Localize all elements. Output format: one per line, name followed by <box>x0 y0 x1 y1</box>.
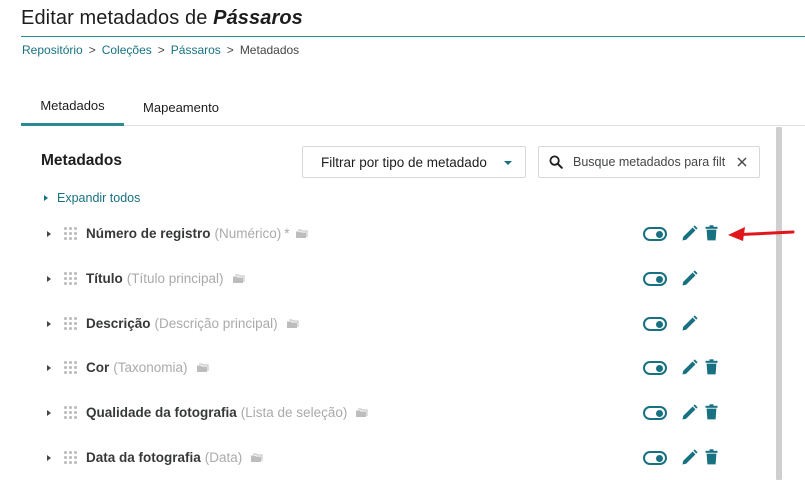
metadata-label: Qualidade da fotografia (Lista de seleção… <box>86 405 368 420</box>
metadata-name: Número de registro <box>86 226 211 241</box>
metadata-type: (Título principal) <box>126 271 224 286</box>
breadcrumb: Repositório > Coleções > Pássaros > Meta… <box>22 43 299 57</box>
enable-toggle[interactable] <box>643 317 667 331</box>
title-divider <box>21 36 805 37</box>
expand-row-icon[interactable] <box>47 410 51 416</box>
breadcrumb-current: Metadados <box>239 43 300 57</box>
enable-toggle[interactable] <box>643 272 667 286</box>
filter-by-type-dropdown[interactable]: Filtrar por tipo de metadado <box>302 146 526 178</box>
expand-row-icon[interactable] <box>47 321 51 327</box>
expand-row-icon[interactable] <box>47 231 51 237</box>
breadcrumb-link-colecoes[interactable]: Coleções <box>102 43 152 57</box>
expand-all-button[interactable]: Expandir todos <box>44 191 140 205</box>
drag-handle-icon[interactable] <box>64 317 77 331</box>
breadcrumb-link-repositorio[interactable]: Repositório <box>22 43 83 57</box>
metadata-name: Título <box>86 271 123 286</box>
metadata-row: Qualidade da fotografia (Lista de seleção… <box>40 399 730 427</box>
metadata-row: Número de registro (Numérico) * <box>40 220 730 248</box>
metadata-type: (Descrição principal) <box>154 316 278 331</box>
toggle-knob <box>656 230 663 238</box>
section-title: Metadados <box>41 152 122 169</box>
scrollbar[interactable] <box>776 127 782 480</box>
toggle-knob <box>656 364 663 372</box>
metadata-label: Cor (Taxonomia) <box>86 360 209 375</box>
caret-right-icon <box>44 195 48 201</box>
enable-toggle[interactable] <box>643 227 667 241</box>
toggle-knob <box>656 275 663 283</box>
chevron-down-icon <box>504 161 512 165</box>
collection-folder-icon <box>251 453 263 462</box>
search-icon <box>549 155 563 169</box>
breadcrumb-separator: > <box>157 43 165 57</box>
metadata-row: Cor (Taxonomia) <box>40 354 730 382</box>
metadata-type: (Lista de seleção) <box>240 405 348 420</box>
trash-icon[interactable] <box>705 359 718 375</box>
metadata-name: Cor <box>86 360 110 375</box>
metadata-type: (Data) <box>204 450 243 465</box>
collection-folder-icon <box>286 319 299 328</box>
filter-label: Filtrar por tipo de metadado <box>321 154 487 170</box>
enable-toggle[interactable] <box>643 361 667 375</box>
toggle-knob <box>656 454 663 462</box>
enable-toggle[interactable] <box>643 451 667 465</box>
breadcrumb-link-passaros[interactable]: Pássaros <box>171 43 221 57</box>
expand-all-label: Expandir todos <box>57 191 141 205</box>
expand-row-icon[interactable] <box>47 276 51 282</box>
page-title-prefix: Editar metadados de <box>21 7 214 29</box>
pencil-icon[interactable] <box>681 449 698 466</box>
metadata-name: Data da fotografia <box>86 450 201 465</box>
metadata-name: Descrição <box>86 316 151 331</box>
drag-handle-icon[interactable] <box>64 361 77 375</box>
metadata-label: Título (Título principal) <box>86 271 245 286</box>
metadata-row: Descrição (Descrição principal) <box>40 310 730 338</box>
tab-metadados[interactable]: Metadados <box>21 88 124 126</box>
tab-bar: Metadados Mapeamento <box>21 88 805 126</box>
close-icon[interactable] <box>737 157 747 167</box>
pencil-icon[interactable] <box>681 359 698 376</box>
required-marker: * <box>284 226 290 241</box>
pencil-icon[interactable] <box>681 270 698 287</box>
drag-handle-icon[interactable] <box>64 406 77 420</box>
pencil-icon[interactable] <box>681 315 698 332</box>
toggle-knob <box>656 409 663 417</box>
metadata-label: Número de registro (Numérico) * <box>86 226 308 241</box>
trash-icon[interactable] <box>705 404 718 420</box>
annotation-arrow-icon <box>728 227 795 241</box>
metadata-label: Data da fotografia (Data) <box>86 450 263 465</box>
metadata-type: (Numérico) <box>214 226 282 241</box>
drag-handle-icon[interactable] <box>64 451 77 465</box>
metadata-row: Data da fotografia (Data) <box>40 444 730 472</box>
page-title: Editar metadados de Pássaros <box>21 7 303 30</box>
enable-toggle[interactable] <box>643 406 667 420</box>
collection-folder-icon <box>232 274 245 283</box>
metadata-type: (Taxonomia) <box>113 360 188 375</box>
collection-folder-icon <box>356 408 368 417</box>
toggle-knob <box>656 320 663 328</box>
expand-row-icon[interactable] <box>47 455 51 461</box>
breadcrumb-separator: > <box>88 43 96 57</box>
breadcrumb-separator: > <box>226 43 234 57</box>
trash-icon[interactable] <box>705 225 718 241</box>
expand-row-icon[interactable] <box>47 365 51 371</box>
page-title-collection: Pássaros <box>213 7 303 29</box>
metadata-row: Título (Título principal) <box>40 265 730 293</box>
collection-folder-icon <box>295 229 308 238</box>
trash-icon[interactable] <box>705 449 718 465</box>
collection-folder-icon <box>196 363 209 372</box>
pencil-icon[interactable] <box>681 404 698 421</box>
search-box <box>538 146 760 178</box>
pencil-icon[interactable] <box>681 225 698 242</box>
metadata-label: Descrição (Descrição principal) <box>86 316 299 331</box>
search-input[interactable] <box>573 154 725 170</box>
drag-handle-icon[interactable] <box>64 272 77 286</box>
metadata-name: Qualidade da fotografia <box>86 405 237 420</box>
tab-mapeamento[interactable]: Mapeamento <box>129 88 233 126</box>
drag-handle-icon[interactable] <box>64 227 77 241</box>
